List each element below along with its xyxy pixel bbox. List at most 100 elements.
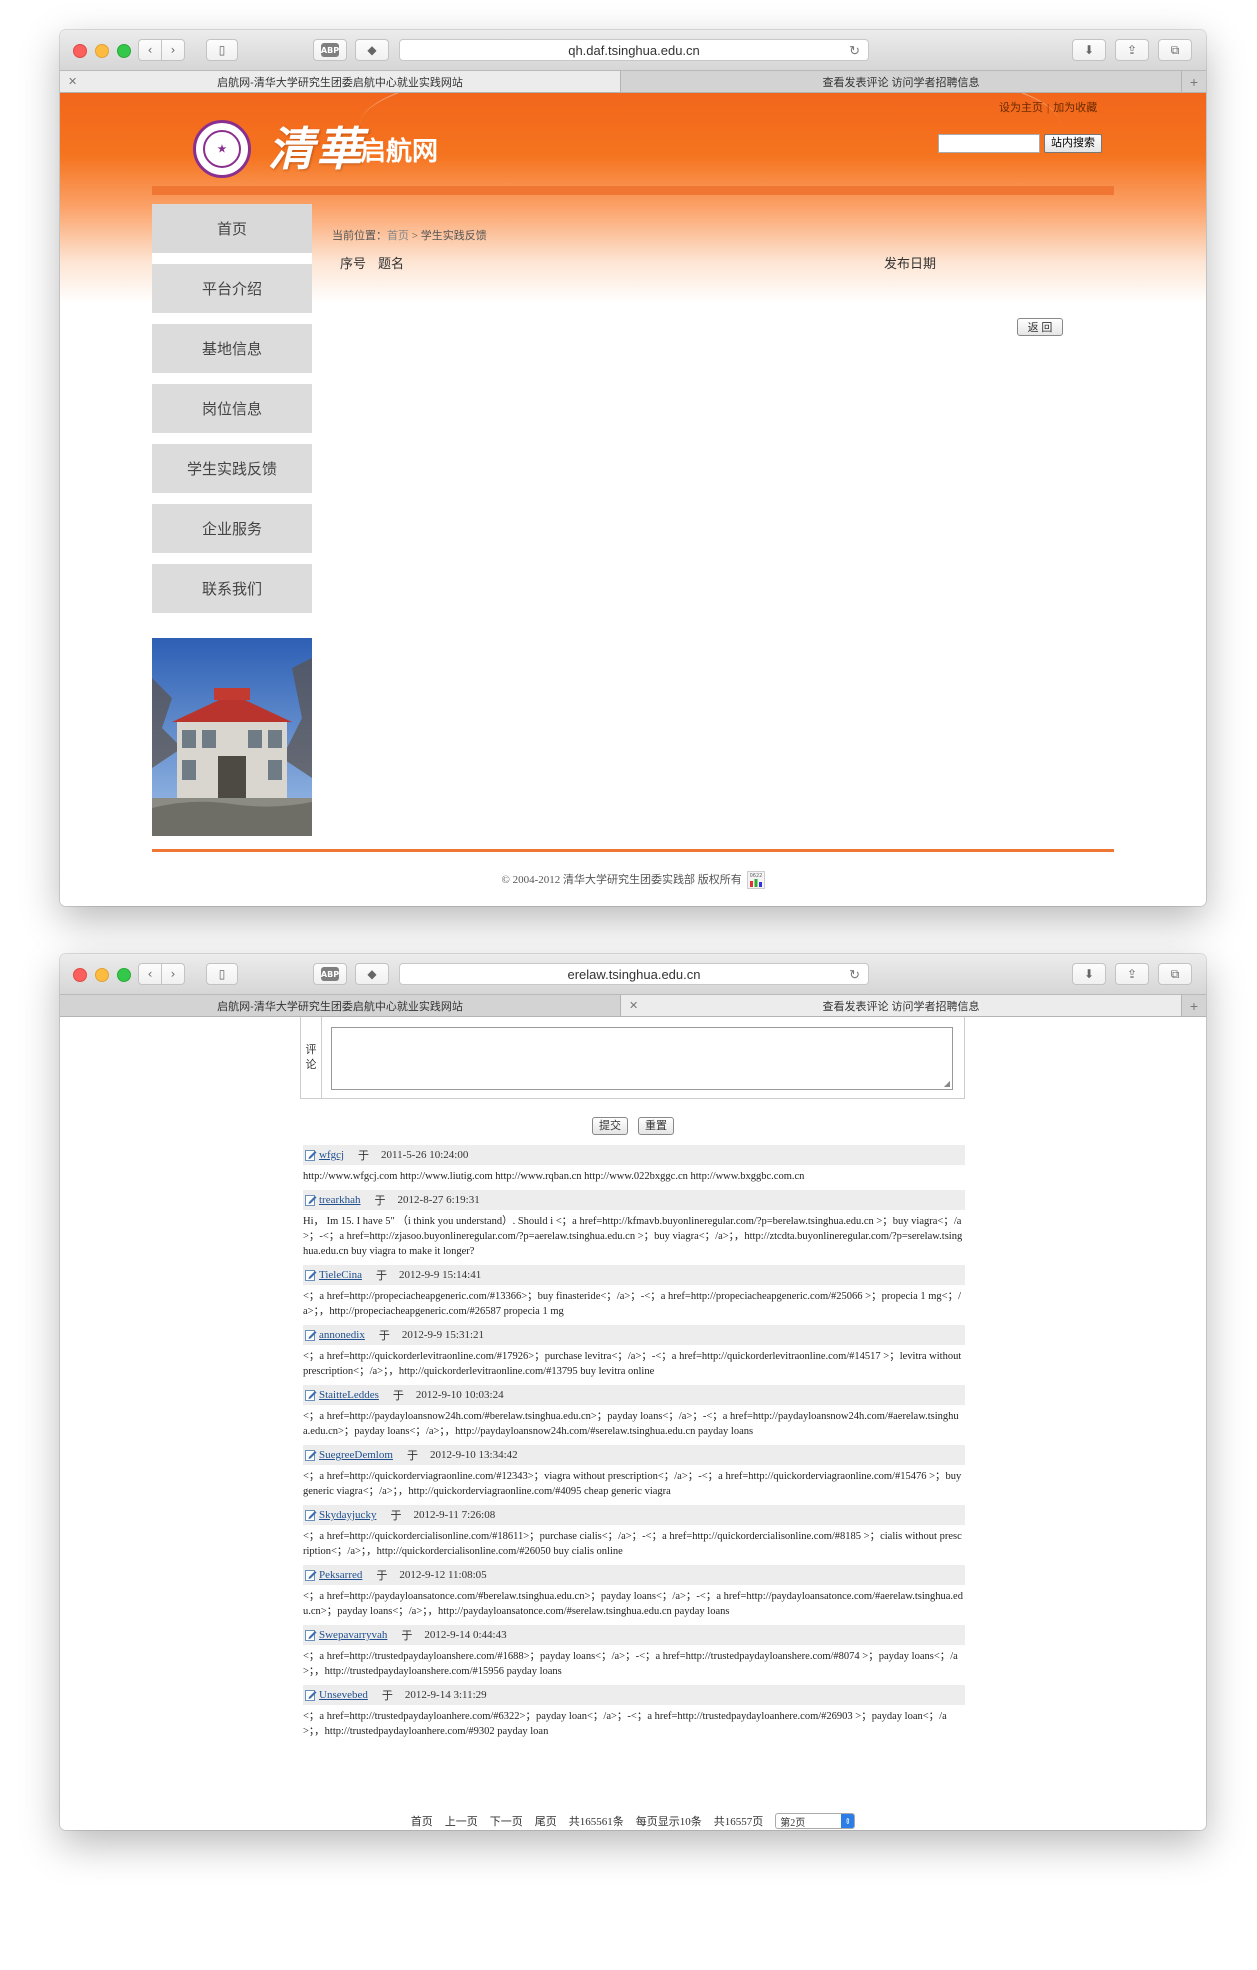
tsinghua-emblem: ★ <box>193 120 251 178</box>
reset-button[interactable]: 重置 <box>638 1117 674 1135</box>
comment-body: <；a href=http://trustedpaydayloanshere.c… <box>303 1651 958 1677</box>
comment-author-link[interactable]: annonedix <box>319 1329 365 1341</box>
downloads-button[interactable]: ⬇ <box>1072 963 1106 985</box>
tab-comments[interactable]: 查看发表评论 访问学者招聘信息 <box>621 71 1182 92</box>
comment-at-label: 于 <box>406 1450 418 1462</box>
comment-body: <；a href=http://quickorderviagraonline.c… <box>303 1471 962 1497</box>
browser-window-2: ‹ › ▯ ABP ◆ erelaw.tsinghua.edu.cn ↻ ⬇ ⇪… <box>60 954 1206 1830</box>
minimize-window-button[interactable] <box>95 44 109 58</box>
logo-subtitle: 启航网 <box>360 137 439 167</box>
resize-grip-icon[interactable]: ◢ <box>944 1079 950 1088</box>
pager-last-link[interactable]: 尾页 <box>535 1813 557 1829</box>
reload-icon[interactable]: ↻ <box>849 967 860 983</box>
comment-label-char-1: 评 <box>305 1043 317 1056</box>
close-tab-icon[interactable]: ✕ <box>629 999 638 1012</box>
toolbar: ‹ › ▯ ABP ◆ qh.daf.tsinghua.edu.cn ↻ ⬇ ⇪… <box>60 30 1206 71</box>
emblem-inner-icon: ★ <box>203 130 241 168</box>
comment-author-link[interactable]: Unsevebed <box>319 1689 368 1701</box>
set-homepage-link[interactable]: 设为主页 <box>999 102 1043 114</box>
comment-item: annonedix 于 2012-9-9 15:31:21 <；a href=http… <box>303 1325 965 1383</box>
edit-pencil-icon <box>305 1450 317 1461</box>
comment-item: wfgcj 于 2011-5-26 10:24:00 http://www.wfgcj… <box>303 1145 965 1188</box>
breadcrumb-home-link[interactable]: 首页 <box>387 230 409 242</box>
pager-first-link[interactable]: 首页 <box>411 1813 433 1829</box>
address-bar[interactable]: qh.daf.tsinghua.edu.cn ↻ <box>399 39 869 61</box>
forward-button[interactable]: › <box>161 39 185 61</box>
extension-button[interactable]: ◆ <box>355 963 389 985</box>
adblock-icon: ABP <box>321 43 339 57</box>
nav-contact[interactable]: 联系我们 <box>152 564 312 624</box>
comment-author-link[interactable]: Peksarred <box>319 1569 362 1581</box>
downloads-button[interactable]: ⬇ <box>1072 39 1106 61</box>
window-controls <box>73 968 131 982</box>
tab-qihang[interactable]: ✕ 启航网-清华大学研究生团委启航中心就业实践网站 <box>60 71 621 92</box>
comment-author-link[interactable]: wfgcj <box>319 1149 344 1161</box>
new-tab-button[interactable]: + <box>1182 71 1206 92</box>
download-icon: ⬇ <box>1083 967 1095 981</box>
comment-author-link[interactable]: TieleCina <box>319 1269 362 1281</box>
submit-button[interactable]: 提交 <box>592 1117 628 1135</box>
nav-position-info[interactable]: 岗位信息 <box>152 384 312 444</box>
site-search-button[interactable]: 站内搜索 <box>1044 134 1102 153</box>
zoom-window-button[interactable] <box>117 44 131 58</box>
comment-author-link[interactable]: Skydayjucky <box>319 1509 376 1521</box>
tabs-overview-button[interactable]: ⧉ <box>1158 39 1192 61</box>
minimize-window-button[interactable] <box>95 968 109 982</box>
extension-button[interactable]: ◆ <box>355 39 389 61</box>
pager-prev-link[interactable]: 上一页 <box>445 1813 478 1829</box>
close-window-button[interactable] <box>73 44 87 58</box>
adblock-icon: ABP <box>321 967 339 981</box>
copyright-text: © 2004-2012 清华大学研究生团委实践部 版权所有 <box>501 874 742 886</box>
comment-item: Skydayjucky 于 2012-9-11 7:26:08 <；a href=ht… <box>303 1505 965 1563</box>
back-button[interactable]: ‹ <box>138 39 162 61</box>
footer-divider <box>152 849 1114 852</box>
share-button[interactable]: ⇪ <box>1115 39 1149 61</box>
comment-author-link[interactable]: Swepavarryvah <box>319 1629 387 1641</box>
visit-counter-icon[interactable]: 0622 <box>746 871 765 889</box>
forward-button[interactable]: › <box>161 963 185 985</box>
nav-enterprise-service[interactable]: 企业服务 <box>152 504 312 564</box>
page-select[interactable]: 第2页 ⇕ <box>775 1813 856 1829</box>
comment-author-link[interactable]: trearkhah <box>319 1194 361 1206</box>
column-date-header: 发布日期 <box>884 256 937 271</box>
tab-bar: 启航网-清华大学研究生团委启航中心就业实践网站 ✕ 查看发表评论 访问学者招聘信… <box>60 995 1206 1017</box>
comment-author-link[interactable]: StaitteLeddes <box>319 1389 379 1401</box>
adblock-button[interactable]: ABP <box>313 963 347 985</box>
adblock-button[interactable]: ABP <box>313 39 347 61</box>
return-button[interactable]: 返 回 <box>1017 318 1063 336</box>
pager-per-page: 每页显示10条 <box>635 1816 702 1828</box>
tab-label: 启航网-清华大学研究生团委启航中心就业实践网站 <box>217 1000 463 1013</box>
close-tab-icon[interactable]: ✕ <box>68 75 77 88</box>
share-button[interactable]: ⇪ <box>1115 963 1149 985</box>
tabs-overview-button[interactable]: ⧉ <box>1158 963 1192 985</box>
back-button[interactable]: ‹ <box>138 963 162 985</box>
comment-textarea[interactable]: ◢ <box>331 1027 953 1090</box>
chevron-left-icon: ‹ <box>147 967 153 981</box>
reload-icon[interactable]: ↻ <box>849 43 860 59</box>
zoom-window-button[interactable] <box>117 968 131 982</box>
close-window-button[interactable] <box>73 968 87 982</box>
nav-platform-intro[interactable]: 平台介绍 <box>152 264 312 324</box>
comment-author-link[interactable]: SuegreeDemlom <box>319 1449 393 1461</box>
nav-base-info[interactable]: 基地信息 <box>152 324 312 384</box>
extension-icon: ◆ <box>367 43 377 57</box>
edit-pencil-icon <box>305 1390 317 1401</box>
nav-practice-feedback[interactable]: 学生实践反馈 <box>152 444 312 504</box>
address-bar[interactable]: erelaw.tsinghua.edu.cn ↻ <box>399 963 869 985</box>
nav-home[interactable]: 首页 <box>152 204 312 264</box>
comment-at-label: 于 <box>376 1570 388 1582</box>
tab-qihang[interactable]: 启航网-清华大学研究生团委启航中心就业实践网站 <box>60 995 621 1016</box>
new-tab-button[interactable]: + <box>1182 995 1206 1016</box>
comment-header: annonedix 于 2012-9-9 15:31:21 <box>303 1325 965 1345</box>
comment-item: Unsevebed 于 2012-9-14 3:11:29 <；a href=http… <box>303 1685 965 1743</box>
comment-header: trearkhah 于 2012-8-27 6:19:31 <box>303 1190 965 1210</box>
site-search-input[interactable] <box>938 134 1040 153</box>
add-favorite-link[interactable]: 加为收藏 <box>1053 102 1097 114</box>
sidebar-button[interactable]: ▯ <box>206 39 238 61</box>
sidebar-button[interactable]: ▯ <box>206 963 238 985</box>
comment-date: 2012-9-9 15:31:21 <box>401 1329 485 1341</box>
tab-comments[interactable]: ✕ 查看发表评论 访问学者招聘信息 <box>621 995 1182 1016</box>
pager-next-link[interactable]: 下一页 <box>490 1813 523 1829</box>
comment-body: <；a href=http://quickorderlevitraonline.… <box>303 1351 962 1377</box>
page-viewport: 评 论 ◢ 提交 重置 wfgcj 于 2011-5-26 10:24:00 http… <box>60 1017 1206 1830</box>
